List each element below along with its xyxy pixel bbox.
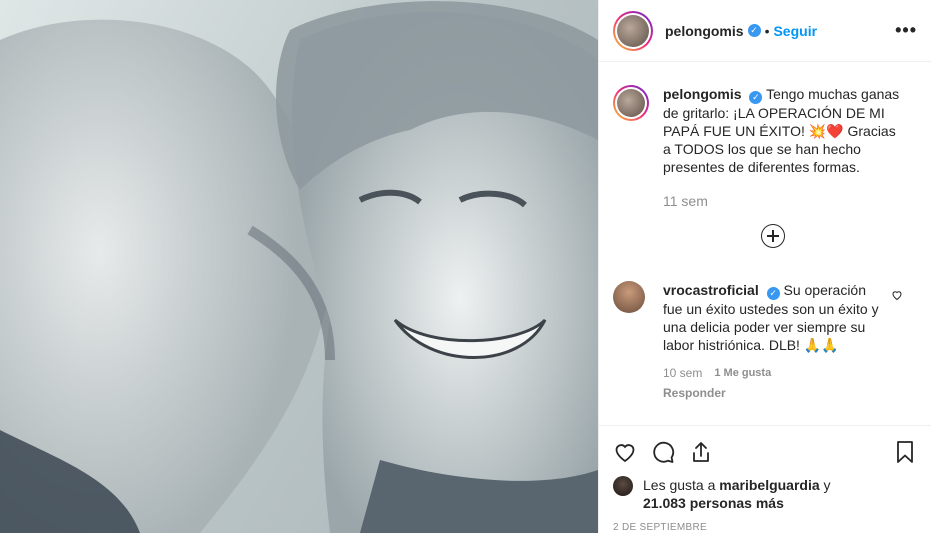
reply-button[interactable]: Responder [663,384,881,402]
post-caption: pelongomis ✓ Tengo muchas ganas de grita… [613,85,917,210]
follow-button[interactable]: Seguir [773,23,817,39]
comments-section[interactable]: pelongomis ✓ Tengo muchas ganas de grita… [599,63,931,425]
more-options-icon[interactable]: ••• [895,20,917,41]
liker-username[interactable]: maribelguardia [719,477,819,493]
separator-dot: • [764,22,770,39]
comment-avatar[interactable] [613,281,645,313]
likes-summary: Les gusta a maribelguardia y 21.083 pers… [613,476,917,512]
avatar[interactable] [613,10,653,51]
post-header: pelongomis ✓ • Seguir ••• [599,0,931,62]
caption-avatar[interactable] [613,85,649,121]
bookmark-icon[interactable] [893,440,917,464]
comment-icon[interactable] [651,440,675,464]
heart-icon[interactable] [613,440,637,464]
comment-item: vrocastroficial ✓ Su operación fue un éx… [613,281,917,402]
post-photo[interactable] [0,0,598,533]
liker-avatar[interactable] [613,476,633,496]
caption-time[interactable]: 11 sem [663,192,901,210]
post-actions: Les gusta a maribelguardia y 21.083 pers… [599,425,931,533]
comment-username[interactable]: vrocastroficial [663,282,759,298]
avatar-image [617,14,649,47]
post-username[interactable]: pelongomis [665,23,744,39]
comment-heart-icon[interactable] [891,289,903,301]
post-panel: pelongomis ✓ • Seguir ••• pelongomis ✓ T… [598,0,931,533]
likes-conjunction: y [823,477,831,493]
instagram-post: pelongomis ✓ • Seguir ••• pelongomis ✓ T… [0,0,931,533]
plus-circle-icon[interactable] [761,224,785,248]
photo-illustration [0,1,598,533]
verified-icon: ✓ [747,24,761,37]
share-icon[interactable] [689,440,713,464]
comment-time[interactable]: 10 sem [663,364,702,382]
likes-prefix: Les gusta a [643,477,716,493]
comment-likes[interactable]: 1 Me gusta [714,364,771,382]
caption-username[interactable]: pelongomis [663,86,742,102]
likes-others[interactable]: 21.083 personas más [643,495,784,511]
verified-icon: ✓ [766,287,780,300]
verified-icon: ✓ [749,91,763,104]
post-date[interactable]: 2 DE SEPTIEMBRE [613,522,917,533]
